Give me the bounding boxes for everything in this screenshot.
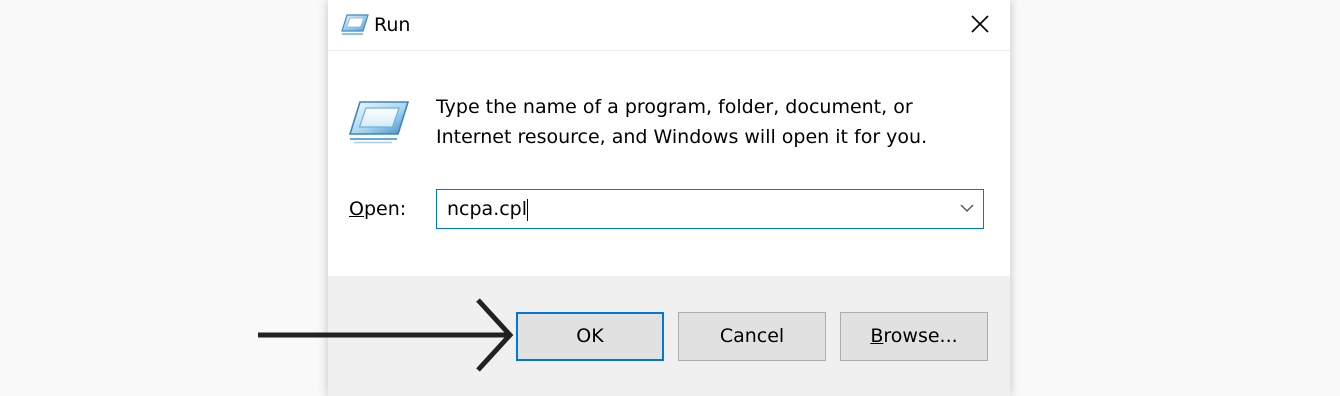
window-title: Run	[374, 14, 411, 36]
annotation-arrow-icon	[258, 298, 514, 372]
description-line: Internet resource, and Windows will open…	[436, 126, 928, 148]
browse-accesskey: B	[870, 325, 884, 347]
run-icon	[348, 101, 410, 144]
ok-button[interactable]: OK	[516, 312, 664, 361]
run-icon	[341, 14, 369, 35]
title-divider	[328, 50, 1010, 51]
close-icon	[971, 15, 989, 33]
description-line: Type the name of a program, folder, docu…	[436, 96, 913, 118]
browse-button[interactable]: Browse...	[840, 312, 988, 361]
title-bar[interactable]: Run	[328, 0, 1010, 50]
open-combobox[interactable]	[436, 189, 984, 229]
run-description: Type the name of a program, folder, docu…	[436, 92, 976, 152]
browse-label: rowse...	[883, 325, 958, 347]
open-input[interactable]	[447, 194, 927, 224]
open-label-accesskey: O	[349, 198, 364, 220]
close-button[interactable]	[950, 0, 1010, 50]
open-label: Open:	[349, 198, 406, 220]
cancel-button[interactable]: Cancel	[678, 312, 826, 361]
chevron-down-icon	[960, 204, 974, 212]
open-label-text: pen:	[363, 198, 407, 220]
text-caret	[527, 199, 528, 221]
open-dropdown-button[interactable]	[951, 190, 983, 228]
